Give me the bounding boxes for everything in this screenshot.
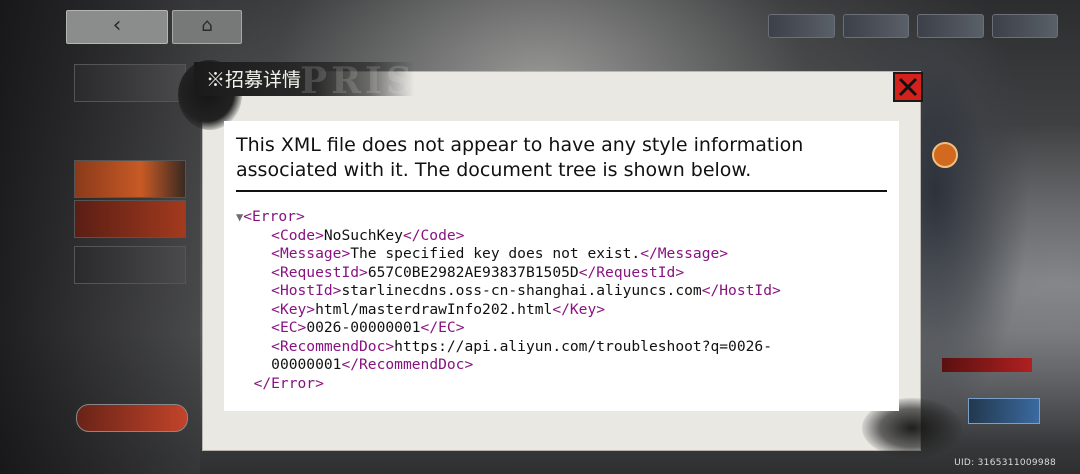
xml-text-value: https://api.aliyun.com/troubleshoot?q=00… <box>394 337 772 355</box>
xml-line: <Message>The specified key does not exis… <box>236 245 896 264</box>
xml-text-value: 00000001 <box>271 356 342 373</box>
background-red-strip <box>942 358 1032 372</box>
xml-line: <Code>NoSuchKey</Code> <box>236 227 896 246</box>
xml-text-value: 0026-00000001 <box>306 319 421 336</box>
xml-divider <box>236 190 887 192</box>
background-card <box>74 246 186 284</box>
xml-line: <Key>html/masterdrawInfo202.html</Key> <box>236 301 896 320</box>
xml-close-tag: </Message> <box>640 245 729 262</box>
xml-close-tag: </HostId> <box>701 282 781 299</box>
xml-close-tag: </Error> <box>253 374 324 392</box>
xml-text-value: The specified key does not exist. <box>350 245 641 262</box>
xml-line: </Error> <box>236 375 896 394</box>
uid-label: UID: 3165311009988 <box>954 458 1056 468</box>
xml-open-tag: <Error> <box>243 208 305 225</box>
background-badge-icon <box>932 142 958 168</box>
back-button[interactable]: ‹ <box>66 10 168 44</box>
xml-info-message: This XML file does not appear to have an… <box>236 134 804 181</box>
xml-tree: ▼<Error> <Code>NoSuchKey</Code> <Message… <box>236 208 896 393</box>
close-icon <box>898 77 918 97</box>
xml-close-tag: </RecommendDoc> <box>341 356 474 373</box>
background-card <box>74 200 186 238</box>
xml-text-value: starlinecdns.oss-cn-shanghai.aliyuncs.co… <box>341 282 702 299</box>
background-card <box>74 160 186 198</box>
background-resource-bar <box>768 14 1058 38</box>
xml-line: <RecommendDoc>https://api.aliyun.com/tro… <box>236 338 896 357</box>
background-pill <box>76 404 188 432</box>
close-button[interactable] <box>893 72 923 102</box>
xml-line: <RequestId>657C0BE2982AE93837B1505D</Req… <box>236 264 896 283</box>
title-watermark: PRIS <box>300 60 416 102</box>
background-card <box>74 64 186 102</box>
xml-line: <EC>0026-00000001</EC> <box>236 319 896 338</box>
xml-line: 00000001</RecommendDoc> <box>236 356 896 375</box>
xml-text-value: NoSuchKey <box>323 226 403 244</box>
xml-open-tag: <Key> <box>271 300 316 318</box>
xml-open-tag: <Code> <box>271 226 324 244</box>
xml-close-tag: </RequestId> <box>578 263 685 281</box>
xml-close-tag: </Code> <box>402 226 465 244</box>
background-blue-tag <box>968 398 1040 424</box>
dialog-title: ※招募详情 <box>206 69 302 91</box>
xml-open-tag: <RecommendDoc> <box>271 337 395 355</box>
xml-viewer: This XML file does not appear to have an… <box>224 121 899 411</box>
home-button[interactable]: ⌂ <box>172 10 242 44</box>
xml-open-tag: <EC> <box>271 319 307 336</box>
xml-open-tag: <Message> <box>271 245 351 262</box>
xml-close-tag: </EC> <box>420 319 465 336</box>
xml-line: <HostId>starlinecdns.oss-cn-shanghai.ali… <box>236 282 896 301</box>
xml-close-tag: </Key> <box>552 300 606 318</box>
xml-open-tag: <RequestId> <box>271 263 368 281</box>
xml-line[interactable]: ▼<Error> <box>236 208 896 227</box>
xml-text-value: 657C0BE2982AE93837B1505D <box>367 263 579 281</box>
xml-open-tag: <HostId> <box>271 282 342 299</box>
xml-text-value: html/masterdrawInfo202.html <box>315 300 553 318</box>
